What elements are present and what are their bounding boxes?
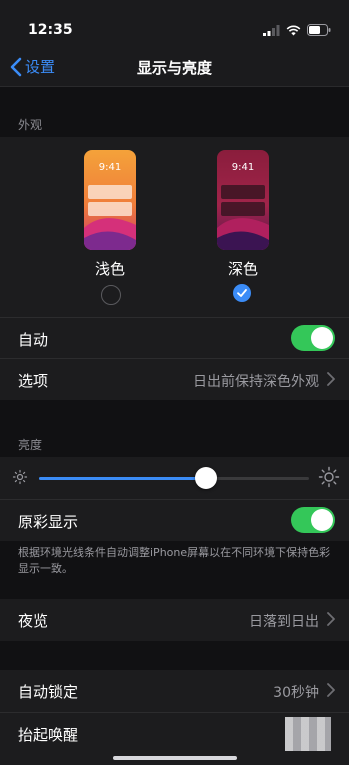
section-label-brightness: 亮度	[18, 438, 43, 452]
appearance-options-value: 日出前保持深色外观	[193, 374, 319, 390]
status-icons	[263, 24, 331, 36]
dark-mode-label: 深色	[227, 260, 258, 278]
appearance-options-label: 选项	[18, 372, 49, 390]
brightness-slider-track[interactable]	[39, 467, 309, 489]
home-indicator	[113, 756, 237, 760]
brightness-slider-thumb[interactable]	[195, 467, 218, 489]
lock-group: 自动锁定 30秒钟 抬起唤醒	[0, 670, 349, 765]
night-shift-label: 夜览	[18, 612, 49, 630]
dark-mode-preview[interactable]: 9:41	[217, 150, 269, 250]
light-mode-radio[interactable]	[101, 285, 121, 305]
page-title: 显示与亮度	[136, 59, 212, 77]
night-shift-value: 日落到日出	[249, 614, 319, 630]
auto-appearance-label: 自动	[18, 331, 49, 349]
toggle-knob	[311, 327, 333, 349]
sun-large-icon	[318, 466, 340, 488]
appearance-group: 9:41 浅色 9:41 深色 自动 选项 日出前保持深色外观	[0, 137, 349, 400]
auto-lock-value: 30秒钟	[273, 685, 319, 701]
auto-lock-row[interactable]: 自动锁定 30秒钟	[0, 670, 349, 712]
dark-mode-radio[interactable]	[233, 284, 251, 302]
night-shift-group: 夜览 日落到日出	[0, 599, 349, 641]
raise-to-wake-row: 抬起唤醒	[0, 712, 349, 755]
night-shift-row[interactable]: 夜览 日落到日出	[0, 599, 349, 641]
auto-appearance-toggle[interactable]	[291, 325, 335, 351]
brightness-slider-fill	[39, 477, 207, 480]
true-tone-toggle[interactable]	[291, 507, 335, 533]
dark-preview-time: 9:41	[231, 162, 255, 173]
status-time: 12:35	[28, 22, 73, 38]
light-mode-label: 浅色	[94, 260, 125, 278]
true-tone-row: 原彩显示	[0, 499, 349, 542]
chevron-right-icon	[327, 372, 335, 386]
raise-to-wake-toggle[interactable]	[285, 717, 331, 751]
chevron-right-icon	[327, 683, 335, 697]
light-preview-time: 9:41	[98, 162, 122, 173]
checkmark-icon	[237, 289, 247, 297]
auto-lock-label: 自动锁定	[18, 683, 79, 701]
appearance-options-row[interactable]: 选项 日出前保持深色外观	[0, 358, 349, 401]
sun-small-icon	[12, 469, 28, 485]
chevron-right-icon	[327, 612, 335, 626]
true-tone-label: 原彩显示	[18, 513, 79, 531]
light-mode-preview[interactable]: 9:41	[84, 150, 136, 250]
toggle-knob	[311, 509, 333, 531]
section-label-appearance: 外观	[18, 118, 43, 132]
true-tone-footnote: 根据环境光线条件自动调整iPhone屏幕以在不同环境下保持色彩显示一致。	[18, 546, 331, 575]
auto-appearance-row: 自动	[0, 317, 349, 360]
signal-icon	[263, 24, 280, 36]
battery-icon	[307, 24, 331, 36]
wifi-icon	[286, 25, 301, 35]
raise-to-wake-label: 抬起唤醒	[18, 726, 79, 744]
brightness-group: 原彩显示	[0, 457, 349, 541]
